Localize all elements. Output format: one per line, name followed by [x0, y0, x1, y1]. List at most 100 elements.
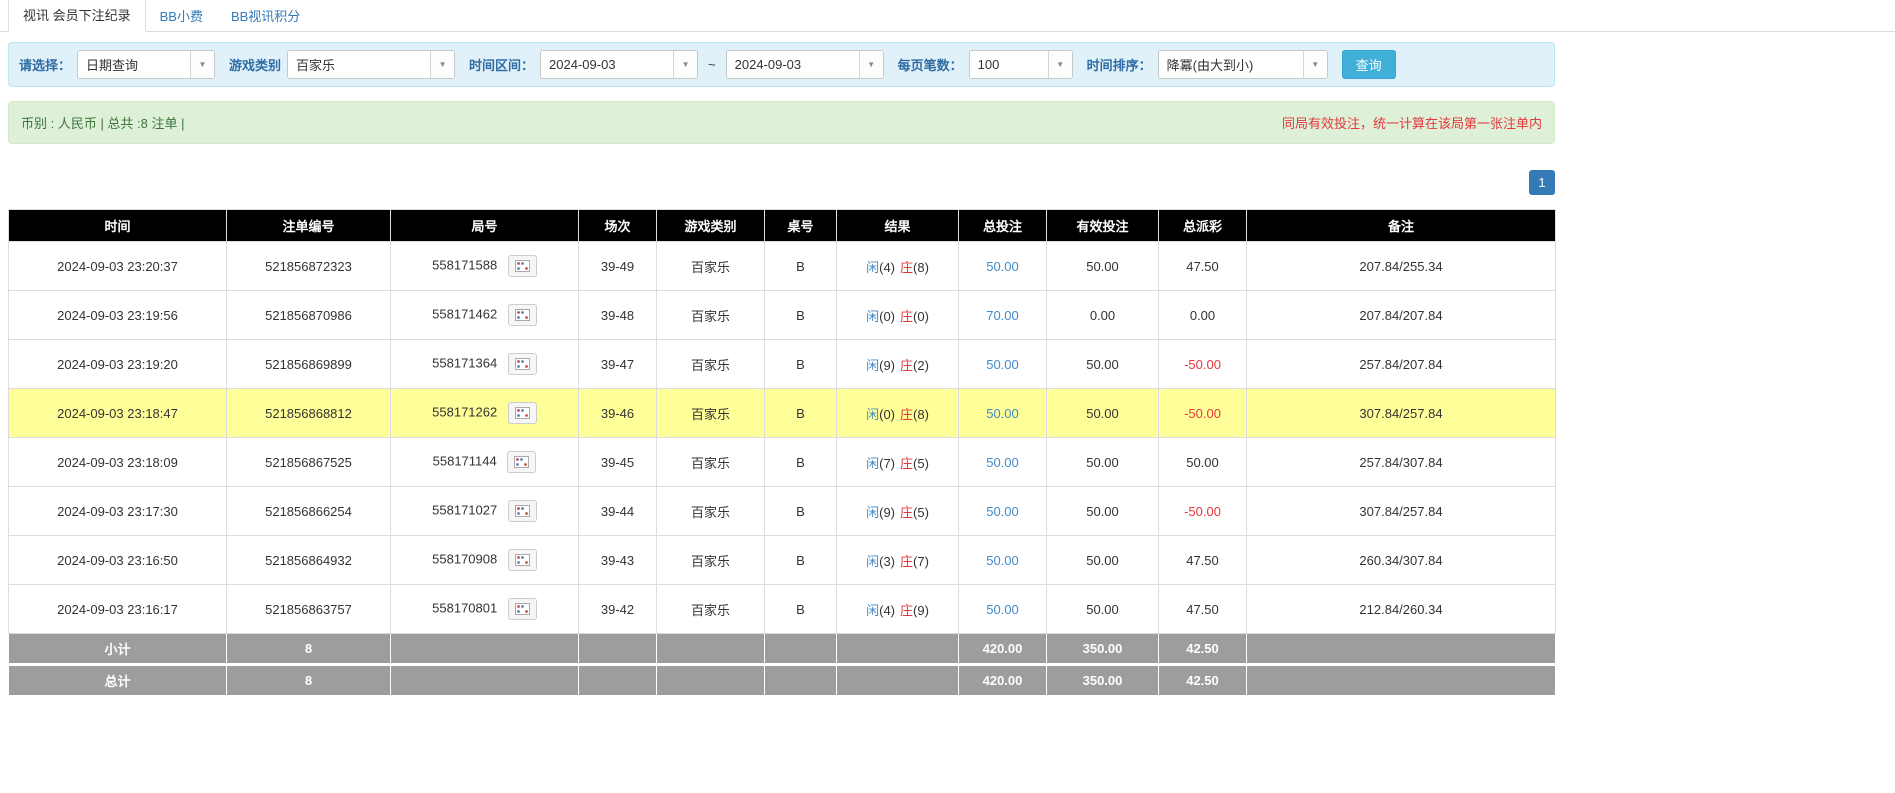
cell-note: 207.84/255.34 — [1247, 242, 1556, 291]
cell-table-no: B — [765, 585, 837, 634]
roadmap-icon-button[interactable] — [508, 549, 537, 571]
cell-table-no: B — [765, 340, 837, 389]
cell-valid-bet: 50.00 — [1047, 242, 1159, 291]
cell-session: 39-45 — [579, 438, 657, 487]
date-from-value: 2024-09-03 — [541, 51, 673, 78]
roadmap-icon-button[interactable] — [508, 598, 537, 620]
footer-valid-bet: 350.00 — [1047, 634, 1159, 665]
header-game-type: 游戏类别 — [657, 210, 765, 242]
chevron-down-icon[interactable]: ▼ — [430, 51, 454, 78]
round-id-text: 558170908 — [432, 551, 501, 566]
round-id-text: 558171364 — [432, 355, 501, 370]
cell-table-no: B — [765, 438, 837, 487]
summary-bar: 币别 : 人民币 | 总共 :8 注单 | 同局有效投注，统一计算在该局第一张注… — [8, 101, 1555, 144]
footer-empty-cell — [765, 665, 837, 696]
footer-total-bet: 420.00 — [959, 665, 1047, 696]
game-type-value: 百家乐 — [288, 51, 430, 78]
cell-payout: 47.50 — [1159, 585, 1247, 634]
roadmap-icon-button[interactable] — [507, 451, 536, 473]
cell-round-id: 558170908 — [391, 536, 579, 585]
tab-video-bet-records[interactable]: 视讯 会员下注纪录 — [8, 0, 146, 32]
total-bet-link[interactable]: 50.00 — [986, 259, 1019, 274]
cell-payout: 50.00 — [1159, 438, 1247, 487]
page-size-select[interactable]: 100 ▼ — [969, 50, 1073, 79]
roadmap-icon-button[interactable] — [508, 255, 537, 277]
tab-bb-tips[interactable]: BB小费 — [146, 0, 217, 32]
cell-game-type: 百家乐 — [657, 536, 765, 585]
tab-bb-video-points[interactable]: BB视讯积分 — [217, 0, 314, 32]
chevron-down-icon[interactable]: ▼ — [1048, 51, 1072, 78]
roadmap-icon-button[interactable] — [508, 304, 537, 326]
total-bet-link[interactable]: 50.00 — [986, 455, 1019, 470]
query-type-select[interactable]: 日期查询 ▼ — [77, 50, 215, 79]
sort-order-select[interactable]: 降冪(由大到小) ▼ — [1158, 50, 1328, 79]
header-time: 时间 — [9, 210, 227, 242]
date-from-select[interactable]: 2024-09-03 ▼ — [540, 50, 698, 79]
roadmap-icon — [515, 603, 530, 615]
cell-game-type: 百家乐 — [657, 389, 765, 438]
cell-bet-id: 521856863757 — [227, 585, 391, 634]
search-button[interactable]: 查询 — [1342, 50, 1396, 79]
cell-session: 39-46 — [579, 389, 657, 438]
date-range-separator: ~ — [708, 57, 716, 72]
content-area: 请选择： 日期查询 ▼ 游戏类别 百家乐 ▼ 时间区间： 2024-09-03 … — [8, 42, 1555, 696]
pagination: 1 — [8, 170, 1555, 195]
total-bet-link[interactable]: 50.00 — [986, 553, 1019, 568]
roadmap-icon-button[interactable] — [508, 500, 537, 522]
footer-label: 小计 — [9, 634, 227, 665]
cell-note: 212.84/260.34 — [1247, 585, 1556, 634]
cell-payout: -50.00 — [1159, 389, 1247, 438]
roadmap-icon — [515, 505, 530, 517]
game-type-select[interactable]: 百家乐 ▼ — [287, 50, 455, 79]
chevron-down-icon[interactable]: ▼ — [1303, 51, 1327, 78]
result-banker: 庄(2) — [900, 358, 929, 373]
total-bet-link[interactable]: 70.00 — [986, 308, 1019, 323]
date-to-select[interactable]: 2024-09-03 ▼ — [726, 50, 884, 79]
footer-payout: 42.50 — [1159, 665, 1247, 696]
cell-table-no: B — [765, 242, 837, 291]
cell-total-bet: 50.00 — [959, 487, 1047, 536]
cell-time: 2024-09-03 23:18:47 — [9, 389, 227, 438]
result-player: 闲(3) — [866, 554, 895, 569]
footer-empty-cell — [657, 665, 765, 696]
cell-valid-bet: 50.00 — [1047, 438, 1159, 487]
cell-time: 2024-09-03 23:19:20 — [9, 340, 227, 389]
cell-bet-id: 521856866254 — [227, 487, 391, 536]
header-payout: 总派彩 — [1159, 210, 1247, 242]
total-bet-link[interactable]: 50.00 — [986, 504, 1019, 519]
cell-valid-bet: 50.00 — [1047, 585, 1159, 634]
cell-valid-bet: 50.00 — [1047, 389, 1159, 438]
roadmap-icon-button[interactable] — [508, 353, 537, 375]
cell-payout: -50.00 — [1159, 340, 1247, 389]
total-bet-link[interactable]: 50.00 — [986, 602, 1019, 617]
table-row: 2024-09-03 23:16:50 521856864932 5581709… — [9, 536, 1556, 585]
cell-result: 闲(4)庄(8) — [837, 242, 959, 291]
cell-game-type: 百家乐 — [657, 340, 765, 389]
roadmap-icon — [515, 407, 530, 419]
page-button-1[interactable]: 1 — [1529, 170, 1555, 195]
chevron-down-icon[interactable]: ▼ — [673, 51, 697, 78]
cell-bet-id: 521856870986 — [227, 291, 391, 340]
result-banker: 庄(9) — [900, 603, 929, 618]
query-type-value: 日期查询 — [78, 51, 190, 78]
cell-game-type: 百家乐 — [657, 291, 765, 340]
cell-note: 207.84/207.84 — [1247, 291, 1556, 340]
total-bet-link[interactable]: 50.00 — [986, 357, 1019, 372]
cell-round-id: 558170801 — [391, 585, 579, 634]
result-player: 闲(9) — [866, 358, 895, 373]
roadmap-icon-button[interactable] — [508, 402, 537, 424]
cell-result: 闲(0)庄(0) — [837, 291, 959, 340]
round-id-text: 558171144 — [433, 453, 501, 468]
cell-bet-id: 521856864932 — [227, 536, 391, 585]
footer-empty-cell — [579, 665, 657, 696]
chevron-down-icon[interactable]: ▼ — [190, 51, 214, 78]
cell-bet-id: 521856867525 — [227, 438, 391, 487]
total-bet-link[interactable]: 50.00 — [986, 406, 1019, 421]
cell-round-id: 558171027 — [391, 487, 579, 536]
table-row: 2024-09-03 23:18:09 521856867525 5581711… — [9, 438, 1556, 487]
footer-empty-cell — [391, 634, 579, 665]
chevron-down-icon[interactable]: ▼ — [859, 51, 883, 78]
round-id-text: 558171462 — [432, 306, 501, 321]
header-session: 场次 — [579, 210, 657, 242]
cell-game-type: 百家乐 — [657, 585, 765, 634]
